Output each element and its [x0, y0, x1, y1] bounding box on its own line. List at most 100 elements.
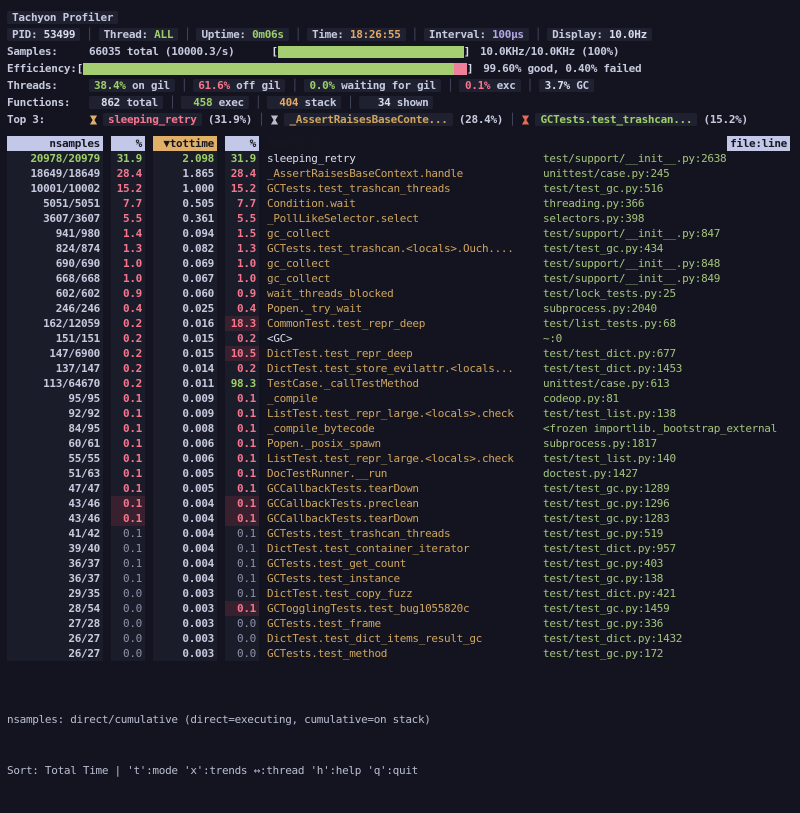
cell-pct-direct: 0.1: [111, 451, 145, 466]
cell-pct-cumulative: 10.5: [225, 346, 259, 361]
hourglass-bronze-icon: [521, 114, 530, 126]
top3-item[interactable]: GCTests.test_trashcan... (15.2%): [521, 113, 747, 126]
cell-pct-direct: 0.2: [111, 361, 145, 376]
status-item-label: PID:: [12, 28, 44, 41]
cell-tottime: 0.004: [153, 541, 217, 556]
cell-tottime: 0.082: [153, 241, 217, 256]
title-row: Tachyon Profiler: [7, 9, 793, 26]
cell-tottime: 0.005: [153, 481, 217, 496]
cell-file-line: test/test_gc.py:1296: [543, 496, 793, 511]
cell-pct-direct: 0.1: [111, 571, 145, 586]
cell-pct-cumulative: 0.1: [225, 481, 259, 496]
function-segment-value: 404: [272, 96, 298, 109]
cell-file-line: test/test_dict.py:957: [543, 541, 793, 556]
column-header-pct-cumulative[interactable]: %: [225, 136, 259, 151]
thread-segment-desc: waiting for gil: [335, 79, 436, 92]
function-segment-value: 458: [186, 96, 212, 109]
cell-function: GCTests.test_frame: [267, 616, 535, 631]
cell-file-line: test/test_gc.py:519: [543, 526, 793, 541]
cell-tottime: 0.004: [153, 526, 217, 541]
cell-pct-cumulative: 0.1: [225, 406, 259, 421]
thread-segment: 3.7% GC: [539, 79, 594, 92]
cell-tottime: 0.004: [153, 496, 217, 511]
cell-pct-direct: 0.1: [111, 436, 145, 451]
cell-pct-direct: 0.1: [111, 406, 145, 421]
cell-pct-cumulative: 0.1: [225, 526, 259, 541]
cell-tottime: 0.025: [153, 301, 217, 316]
cell-tottime: 0.003: [153, 646, 217, 661]
column-header-pct-direct[interactable]: %: [111, 136, 145, 151]
status-item-label: Time:: [312, 28, 350, 41]
column-header-file-line[interactable]: file:line: [543, 136, 793, 151]
cell-function: gc_collect: [267, 256, 535, 271]
cell-tottime: 1.000: [153, 181, 217, 196]
cell-pct-direct: 0.0: [111, 586, 145, 601]
cell-tottime: 0.067: [153, 271, 217, 286]
cell-function: GCTests.test_trashcan_threads: [267, 526, 535, 541]
column-header-tottime[interactable]: ▼tottime: [153, 136, 217, 151]
cell-file-line: test/support/__init__.py:2638: [543, 151, 793, 166]
cell-pct-cumulative: 0.1: [225, 496, 259, 511]
cell-pct-direct: 0.1: [111, 541, 145, 556]
cell-nsamples: 39/40: [7, 541, 103, 556]
cell-pct-cumulative: 15.2: [225, 181, 259, 196]
footer-keybindings-line: Sort: Total Time | 't':mode 'x':trends ↔…: [7, 762, 793, 779]
cell-nsamples: 51/63: [7, 466, 103, 481]
cell-tottime: 1.865: [153, 166, 217, 181]
function-segment: 862 total: [89, 96, 163, 109]
cell-pct-cumulative: 0.0: [225, 646, 259, 661]
cell-pct-cumulative: 0.1: [225, 391, 259, 406]
cell-pct-direct: 0.0: [111, 601, 145, 616]
profiler-screen: Tachyon Profiler PID: 53499 │ Thread: ALL │…: [0, 0, 800, 813]
status-item-label: Thread:: [104, 28, 155, 41]
separator-bar: │: [347, 96, 353, 109]
separator-bar: │: [447, 79, 453, 92]
cell-file-line: test/test_gc.py:172: [543, 646, 793, 661]
top3-item[interactable]: sleeping_retry (31.9%): [89, 113, 252, 126]
functions-row: Functions: 862 total│458 exec│404 stack│…: [7, 94, 793, 111]
status-item-value: ALL: [154, 28, 173, 41]
function-segment-desc: shown: [390, 96, 428, 109]
separator-bar: │: [258, 113, 264, 126]
top3-item[interactable]: _AssertRaisesBaseConte... (28.4%): [270, 113, 503, 126]
function-segment-desc: total: [120, 96, 158, 109]
cell-file-line: test/test_gc.py:403: [543, 556, 793, 571]
thread-segment-desc: off gil: [230, 79, 281, 92]
cell-pct-cumulative: 5.5: [225, 211, 259, 226]
cell-function: GCTogglingTests.test_bug1055820c: [267, 601, 535, 616]
cell-function: <GC>: [267, 331, 535, 346]
separator-bar: │: [527, 79, 533, 92]
separator-bar: │: [181, 79, 187, 92]
cell-pct-direct: 0.2: [111, 346, 145, 361]
cell-pct-cumulative: 0.1: [225, 451, 259, 466]
cell-pct-direct: 1.4: [111, 226, 145, 241]
thread-segment: 0.0% waiting for gil: [304, 79, 441, 92]
cell-tottime: 0.003: [153, 616, 217, 631]
cell-nsamples: 824/874: [7, 241, 103, 256]
cell-tottime: 0.016: [153, 316, 217, 331]
cell-function: DictTest.test_store_evilattr.<locals...: [267, 361, 535, 376]
cell-pct-cumulative: 0.1: [225, 511, 259, 526]
cell-nsamples: 162/12059: [7, 316, 103, 331]
thread-segment-value: 0.1%: [464, 79, 490, 92]
separator-bar: │: [86, 28, 92, 41]
thread-segment-desc: exc: [490, 79, 515, 92]
status-item: PID: 53499: [7, 28, 80, 41]
cell-nsamples: 137/147: [7, 361, 103, 376]
functions-label: Functions:: [7, 96, 89, 109]
cell-tottime: 0.004: [153, 511, 217, 526]
thread-segment-value: 61.6%: [198, 79, 230, 92]
column-header-function[interactable]: function: [267, 136, 535, 151]
status-item-label: Uptime:: [201, 28, 252, 41]
separator-bar: │: [412, 28, 418, 41]
samples-value: 66035 total (10000.3/s): [89, 45, 234, 58]
thread-segment-value: 3.7%: [544, 79, 570, 92]
cell-nsamples: 246/246: [7, 301, 103, 316]
cell-pct-cumulative: 0.2: [225, 331, 259, 346]
column-header-nsamples[interactable]: nsamples: [7, 136, 103, 151]
cell-function: TestCase._callTestMethod: [267, 376, 535, 391]
cell-nsamples: 5051/5051: [7, 196, 103, 211]
top3-item-pct: (28.4%): [453, 113, 504, 126]
cell-pct-cumulative: 0.1: [225, 466, 259, 481]
cell-function: _AssertRaisesBaseContext.handle: [267, 166, 535, 181]
